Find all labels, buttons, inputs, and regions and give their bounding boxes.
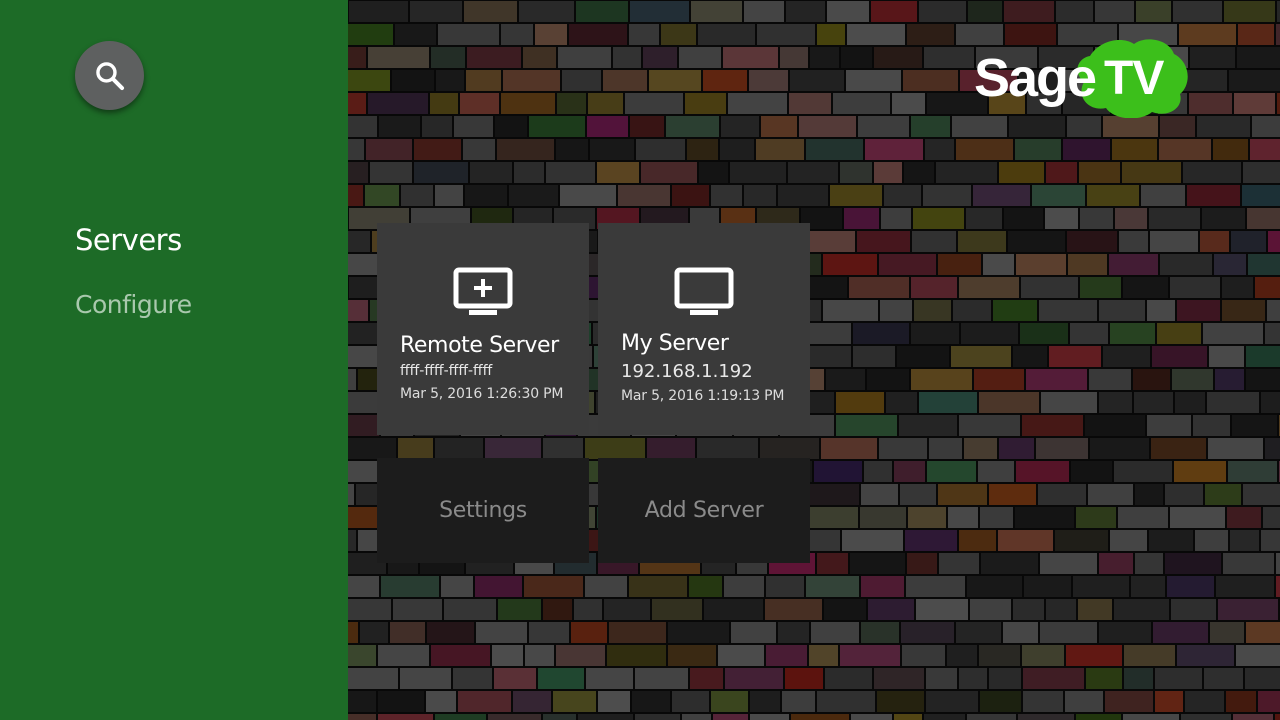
settings-button[interactable]: Settings xyxy=(377,458,589,563)
logo-text-tv: TV xyxy=(1104,52,1164,105)
add-server-button[interactable]: Add Server xyxy=(598,458,810,563)
search-icon xyxy=(95,61,124,90)
server-card-my[interactable]: My Server 192.168.1.192 Mar 5, 2016 1:19… xyxy=(598,223,810,435)
sagetv-logo: Sage TV xyxy=(972,34,1196,119)
server-id: ffff-ffff-ffff-ffff xyxy=(400,363,493,379)
tv-add-icon xyxy=(453,267,513,315)
sidebar: Servers Configure xyxy=(0,0,348,720)
search-button[interactable] xyxy=(75,41,144,110)
server-title: Remote Server xyxy=(400,333,559,358)
nav-item-configure[interactable]: Configure xyxy=(75,290,192,319)
server-ip: 192.168.1.192 xyxy=(621,361,753,382)
server-card-remote[interactable]: Remote Server ffff-ffff-ffff-ffff Mar 5,… xyxy=(377,223,589,435)
logo-text-sage: Sage xyxy=(974,48,1096,108)
server-title: My Server xyxy=(621,331,729,356)
nav-item-servers[interactable]: Servers xyxy=(75,223,182,257)
tv-icon xyxy=(674,267,734,315)
server-date: Mar 5, 2016 1:19:13 PM xyxy=(621,388,785,404)
server-date: Mar 5, 2016 1:26:30 PM xyxy=(400,386,564,402)
